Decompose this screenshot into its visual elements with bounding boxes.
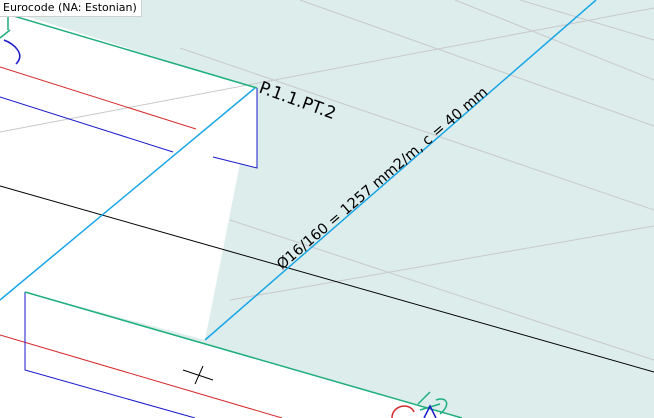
drawing-canvas[interactable]: P.1.1.PT.2 Ø16/160 = 1257 mm2/m, c = 40 …	[0, 0, 654, 418]
beam-side-lower	[0, 292, 25, 370]
model-viewport[interactable]: P.1.1.PT.2 Ø16/160 = 1257 mm2/m, c = 40 …	[0, 0, 654, 418]
code-standard-label: Eurocode (NA: Estonian)	[0, 0, 142, 17]
